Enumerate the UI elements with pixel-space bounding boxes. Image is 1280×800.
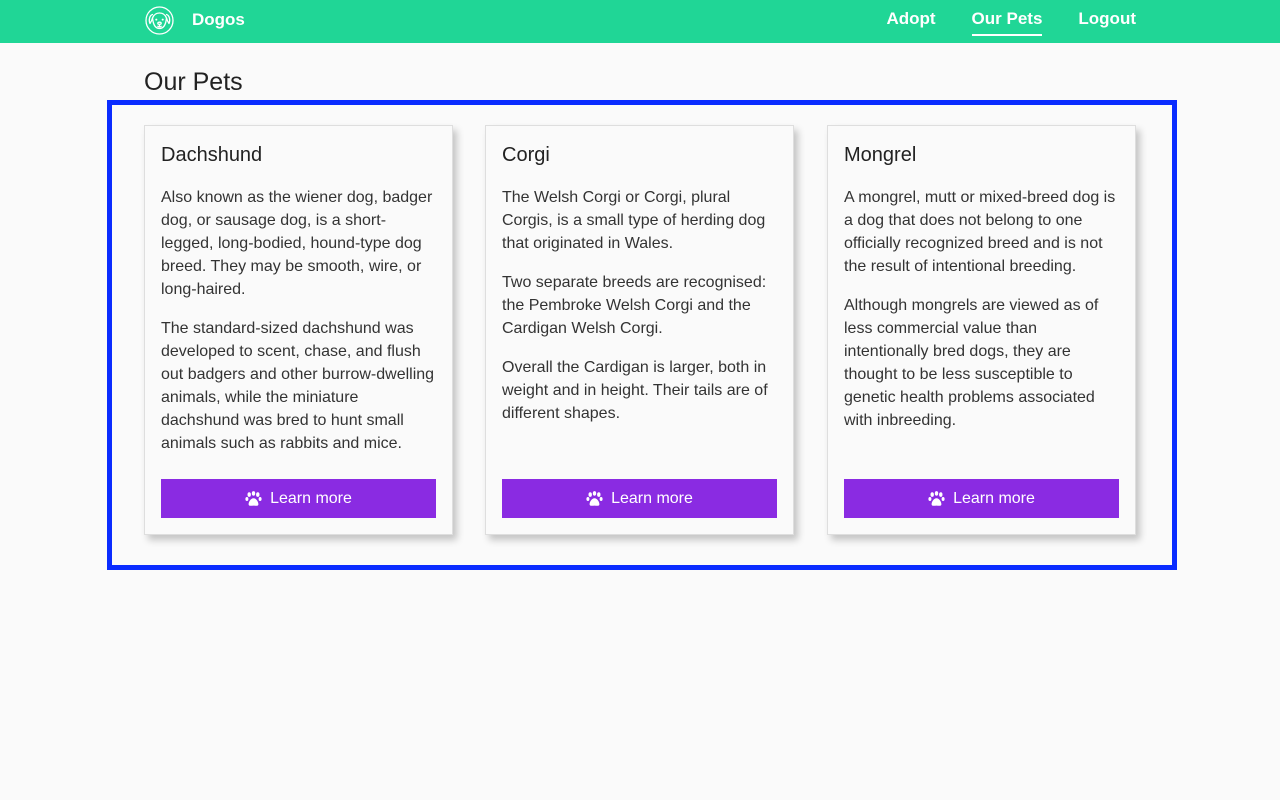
- nav-links: Adopt Our Pets Logout: [850, 0, 1136, 43]
- page-title: Our Pets: [144, 68, 243, 96]
- paw-icon: [928, 490, 945, 506]
- card-paragraph: The Welsh Corgi or Corgi, plural Corgis,…: [502, 189, 766, 252]
- card-title: Corgi: [502, 144, 550, 166]
- card-paragraph: A mongrel, mutt or mixed-breed dog is a …: [844, 189, 1116, 275]
- brand[interactable]: Dogos: [144, 5, 245, 35]
- nav-link-our-pets[interactable]: Our Pets: [971, 0, 1043, 36]
- pet-card-corgi: Corgi The Welsh Corgi or Corgi, plural C…: [485, 125, 794, 535]
- navbar: Dogos Adopt Our Pets Logout: [0, 0, 1280, 43]
- brand-name: Dogos: [192, 10, 245, 29]
- card-paragraph: Two separate breeds are recognised: the …: [502, 274, 767, 337]
- learn-more-button[interactable]: Learn more: [502, 479, 777, 518]
- card-body: The Welsh Corgi or Corgi, plural Corgis,…: [502, 186, 777, 441]
- learn-more-label: Learn more: [270, 489, 352, 507]
- dog-face-icon: [145, 5, 174, 35]
- card-body: Also known as the wiener dog, badger dog…: [161, 186, 436, 471]
- nav-link-adopt[interactable]: Adopt: [886, 0, 935, 36]
- card-paragraph: Overall the Cardigan is larger, both in …: [502, 359, 768, 422]
- card-title: Mongrel: [844, 144, 917, 166]
- learn-more-label: Learn more: [953, 489, 1035, 507]
- card-paragraph: Also known as the wiener dog, badger dog…: [161, 189, 433, 298]
- card-title: Dachshund: [161, 144, 263, 166]
- card-body: A mongrel, mutt or mixed-breed dog is a …: [844, 186, 1119, 448]
- pet-card-mongrel: Mongrel A mongrel, mutt or mixed-breed d…: [827, 125, 1136, 535]
- card-paragraph: Although mongrels are viewed as of less …: [844, 297, 1099, 429]
- learn-more-button[interactable]: Learn more: [844, 479, 1119, 518]
- card-paragraph: The standard-sized dachshund was develop…: [161, 320, 435, 452]
- paw-icon: [586, 490, 603, 506]
- learn-more-button[interactable]: Learn more: [161, 479, 436, 518]
- learn-more-label: Learn more: [611, 489, 693, 507]
- pet-card-dachshund: Dachshund Also known as the wiener dog, …: [144, 125, 453, 535]
- nav-link-logout[interactable]: Logout: [1078, 0, 1136, 36]
- paw-icon: [245, 490, 262, 506]
